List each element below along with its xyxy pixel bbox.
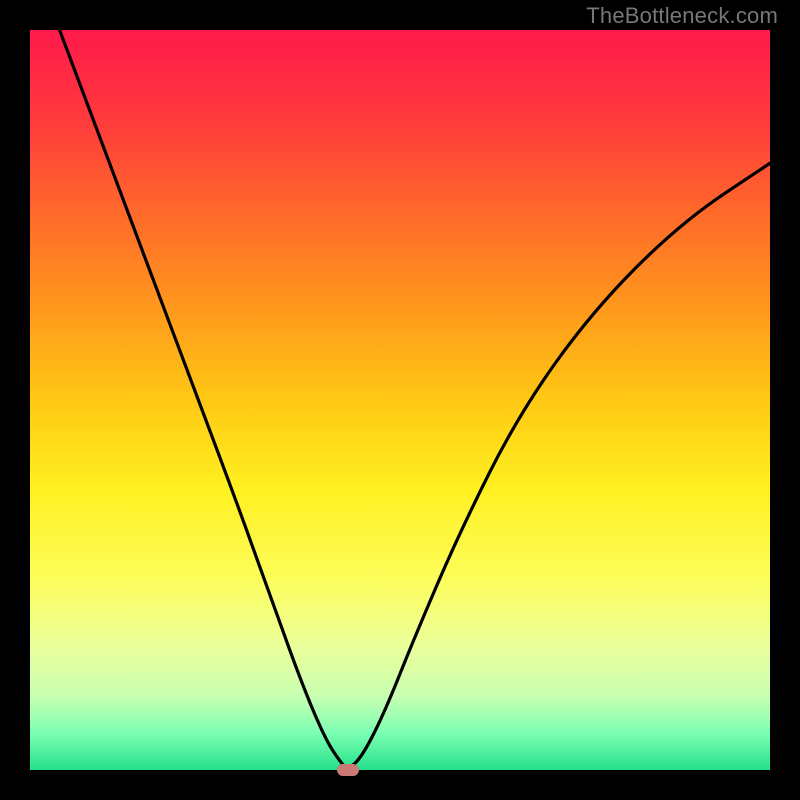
chart-frame: TheBottleneck.com [0,0,800,800]
curve-svg [30,30,770,770]
watermark-text: TheBottleneck.com [586,3,778,29]
bottleneck-curve [60,30,770,768]
plot-area [30,30,770,770]
minimum-marker [337,764,359,776]
